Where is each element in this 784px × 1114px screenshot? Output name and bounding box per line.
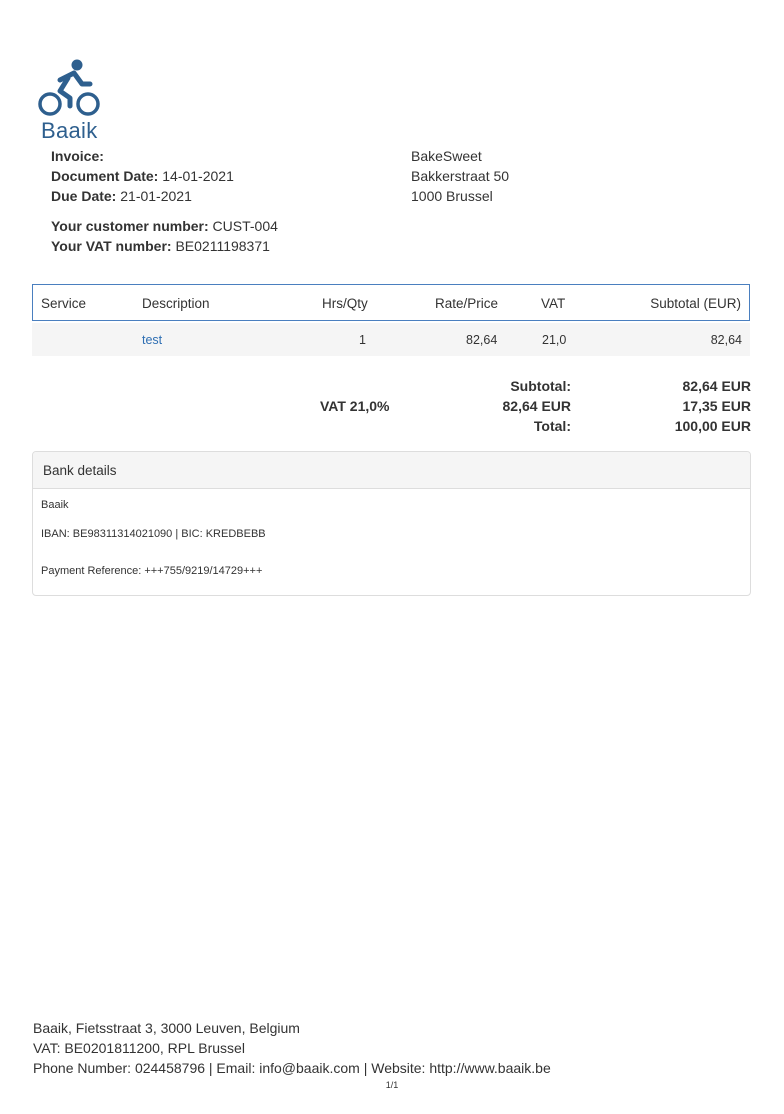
header-service: Service (41, 296, 87, 311)
page-number: 1/1 (385, 1080, 399, 1090)
vat-number-line: Your VAT number: BE0211198371 (51, 236, 278, 256)
customer-info: Your customer number: CUST-004 Your VAT … (51, 216, 278, 256)
recipient-street: Bakkerstraat 50 (411, 168, 510, 184)
customer-number-line: Your customer number: CUST-004 (51, 216, 278, 236)
bank-details-header: Bank details (33, 452, 750, 489)
invoice-info: Invoice: Document Date: 14-01-2021 Due D… (51, 146, 234, 206)
header-subtotal: Subtotal (EUR) (650, 296, 741, 311)
recipient-city: 1000 Brussel (411, 188, 493, 204)
vat-amount-value: 17,35 EUR (682, 398, 751, 414)
document-date-line: Document Date: 14-01-2021 (51, 166, 234, 186)
logo-text: Baaik (41, 118, 98, 143)
footer-vat: VAT: BE0201811200, RPL Brussel (33, 1040, 245, 1056)
bank-account-name: Baaik (41, 499, 69, 511)
invoice-label: Invoice: (51, 148, 104, 164)
cell-vat: 21,0 (542, 333, 567, 347)
footer-address: Baaik, Fietsstraat 3, 3000 Leuven, Belgi… (33, 1020, 300, 1036)
header-qty: Hrs/Qty (322, 296, 368, 311)
subtotal-label: Subtotal: (510, 378, 571, 394)
bank-details-panel: Bank details Baaik IBAN: BE9831131402109… (32, 451, 751, 596)
header-vat: VAT (541, 296, 566, 311)
vat-base-value: 82,64 EUR (502, 398, 571, 414)
document-date-label: Document Date: (51, 168, 159, 184)
document-date-value: 14-01-2021 (162, 168, 234, 184)
payment-reference: Payment Reference: +++755/9219/14729+++ (41, 565, 263, 577)
cell-qty: 1 (359, 333, 366, 347)
due-date-value: 21-01-2021 (120, 188, 192, 204)
recipient-name: BakeSweet (411, 148, 482, 164)
subtotal-value: 82,64 EUR (682, 378, 751, 394)
due-date-line: Due Date: 21-01-2021 (51, 186, 234, 206)
bank-iban-bic: IBAN: BE98311314021090 | BIC: KREDBEBB (41, 528, 266, 540)
table-header: Service Description Hrs/Qty Rate/Price V… (32, 284, 750, 321)
cell-rate: 82,64 (466, 333, 498, 347)
page-footer: Baaik, Fietsstraat 3, 3000 Leuven, Belgi… (33, 1018, 551, 1078)
due-date-label: Due Date: (51, 188, 117, 204)
header-rate: Rate/Price (435, 296, 499, 311)
cell-subtotal: 82,64 (710, 333, 742, 347)
bank-details-title: Bank details (43, 463, 117, 478)
cyclist-icon (38, 59, 100, 116)
cell-description[interactable]: test (142, 333, 162, 347)
customer-number-label: Your customer number: (51, 218, 209, 234)
table-row: test 1 82,64 21,0 82,64 (32, 323, 750, 356)
vat-number-label: Your VAT number: (51, 238, 172, 254)
vat-rate-label: VAT 21,0% (320, 398, 390, 414)
company-logo: Baaik (38, 58, 102, 143)
recipient-address: BakeSweet Bakkerstraat 50 1000 Brussel (411, 146, 509, 206)
total-value: 100,00 EUR (674, 418, 751, 434)
header-description: Description (142, 296, 210, 311)
footer-contact: Phone Number: 024458796 | Email: info@ba… (33, 1060, 551, 1076)
customer-number-value: CUST-004 (212, 218, 278, 234)
total-label: Total: (533, 418, 571, 434)
invoice-number-line: Invoice: (51, 146, 234, 166)
vat-number-value: BE0211198371 (175, 238, 270, 254)
